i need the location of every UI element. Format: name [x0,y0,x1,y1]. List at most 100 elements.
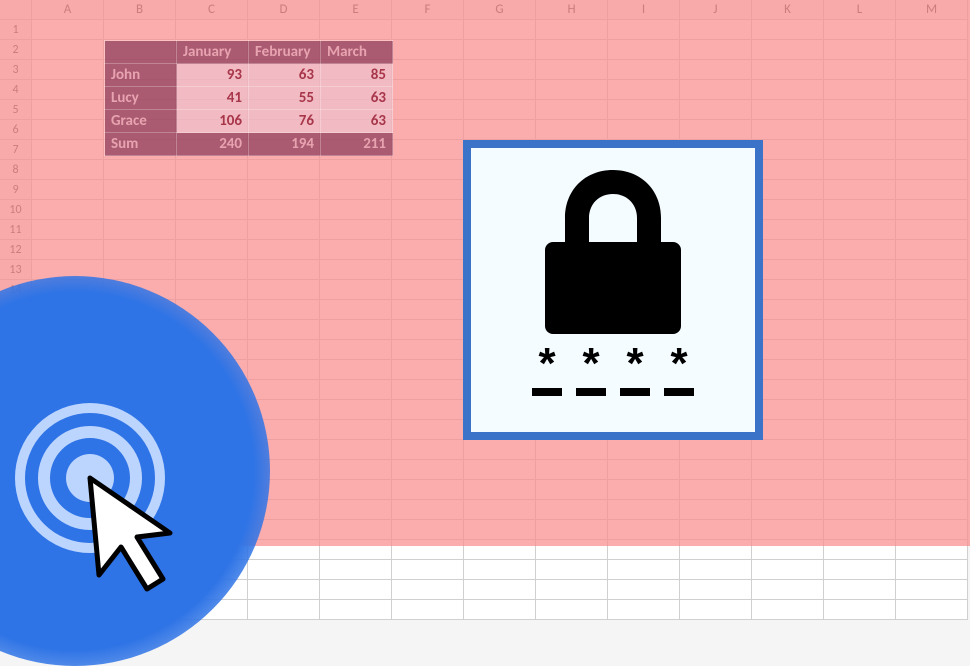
cell[interactable] [248,560,320,580]
cell[interactable] [536,100,608,120]
select-all-corner[interactable] [0,0,32,20]
cell[interactable] [608,100,680,120]
cell[interactable] [104,220,176,240]
cell[interactable] [680,580,752,600]
row-header-13[interactable]: 13 [0,260,32,280]
cell[interactable] [392,500,464,520]
col-header-D[interactable]: D [248,0,320,20]
cell[interactable] [824,340,896,360]
col-header-M[interactable]: M [896,0,968,20]
col-header-A[interactable]: A [32,0,104,20]
col-header-F[interactable]: F [392,0,464,20]
cell[interactable] [680,60,752,80]
cell[interactable] [536,520,608,540]
cell[interactable] [608,500,680,520]
cell[interactable] [824,280,896,300]
cell[interactable] [752,100,824,120]
cell[interactable] [680,80,752,100]
cell[interactable] [752,20,824,40]
cell[interactable] [32,200,104,220]
cell[interactable] [896,440,968,460]
cell[interactable] [608,60,680,80]
cell[interactable] [608,560,680,580]
cell[interactable] [752,60,824,80]
cell[interactable] [176,180,248,200]
cell[interactable] [248,540,320,560]
cell[interactable] [896,340,968,360]
cell[interactable] [608,580,680,600]
cell[interactable] [896,140,968,160]
cell[interactable] [104,20,176,40]
cell[interactable] [392,240,464,260]
cell[interactable] [464,480,536,500]
cell[interactable] [32,220,104,240]
col-header-K[interactable]: K [752,0,824,20]
cell[interactable] [824,180,896,200]
cell[interactable] [176,280,248,300]
cell[interactable] [320,160,392,180]
cell[interactable] [824,220,896,240]
cell[interactable] [464,540,536,560]
cell[interactable] [248,260,320,280]
cell[interactable] [608,40,680,60]
cell[interactable] [392,560,464,580]
cell[interactable] [680,440,752,460]
cell[interactable] [248,160,320,180]
cell[interactable] [464,580,536,600]
cell[interactable] [248,380,320,400]
row-header-1[interactable]: 1 [0,20,32,40]
cell[interactable] [392,340,464,360]
cell[interactable] [536,560,608,580]
cell[interactable] [680,120,752,140]
cell[interactable] [104,200,176,220]
cell[interactable] [752,40,824,60]
cell[interactable] [32,240,104,260]
cell[interactable] [608,600,680,620]
cell[interactable] [896,320,968,340]
cell[interactable] [752,560,824,580]
cell[interactable] [392,300,464,320]
cell[interactable] [320,580,392,600]
cell[interactable] [392,200,464,220]
row-header-6[interactable]: 6 [0,120,32,140]
cell[interactable] [680,540,752,560]
cell[interactable] [320,180,392,200]
cell[interactable] [392,600,464,620]
row-header-11[interactable]: 11 [0,220,32,240]
cell[interactable] [752,80,824,100]
cell[interactable] [896,40,968,60]
cell[interactable] [248,180,320,200]
cell[interactable] [248,20,320,40]
cell[interactable] [320,600,392,620]
cell[interactable] [392,180,464,200]
cell[interactable] [824,520,896,540]
cell[interactable] [896,80,968,100]
cell[interactable] [824,140,896,160]
cell[interactable] [32,160,104,180]
cell[interactable] [752,440,824,460]
row-header-10[interactable]: 10 [0,200,32,220]
cell[interactable] [464,100,536,120]
cell[interactable] [608,20,680,40]
cell[interactable] [896,280,968,300]
cell[interactable] [392,440,464,460]
cell[interactable] [824,200,896,220]
cell[interactable] [392,100,464,120]
cell[interactable] [896,400,968,420]
row-header-9[interactable]: 9 [0,180,32,200]
cell[interactable] [320,260,392,280]
cell[interactable] [392,320,464,340]
cell[interactable] [392,120,464,140]
cell[interactable] [824,600,896,620]
cell[interactable] [824,440,896,460]
cell[interactable] [824,60,896,80]
cell[interactable] [896,380,968,400]
cell[interactable] [464,40,536,60]
cell[interactable] [248,240,320,260]
cell[interactable] [896,420,968,440]
cell[interactable] [896,260,968,280]
cell[interactable] [896,120,968,140]
cell[interactable] [824,100,896,120]
cell[interactable] [320,300,392,320]
cell[interactable] [752,460,824,480]
